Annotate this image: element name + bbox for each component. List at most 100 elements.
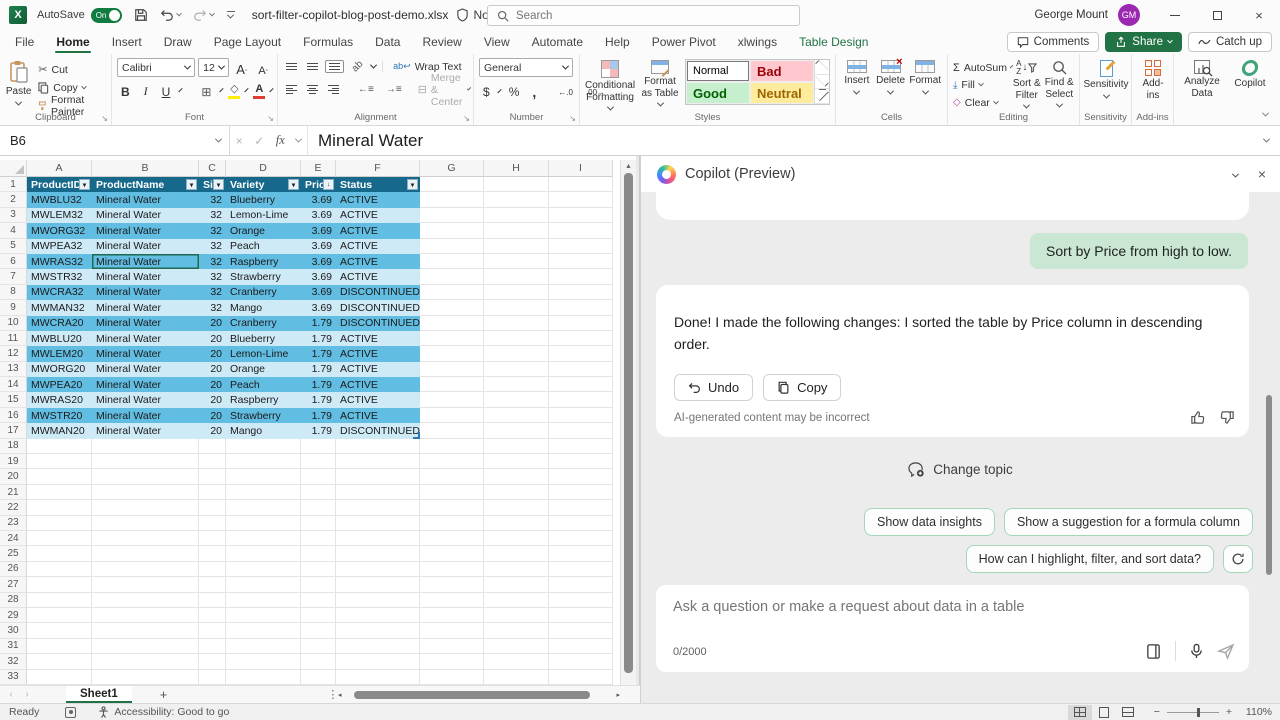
- table-cell[interactable]: 3.69: [301, 300, 336, 315]
- table-cell[interactable]: Lemon-Lime: [226, 208, 301, 223]
- fill-color-button[interactable]: ◇: [228, 84, 240, 99]
- table-cell[interactable]: Mineral Water: [92, 408, 199, 423]
- cell[interactable]: [27, 562, 92, 577]
- cell[interactable]: [484, 546, 549, 561]
- row-header-11[interactable]: 11: [0, 331, 27, 346]
- table-cell[interactable]: MWLEM32: [27, 208, 92, 223]
- cell[interactable]: [420, 639, 484, 654]
- table-cell[interactable]: Mineral Water: [92, 362, 199, 377]
- filter-button[interactable]: ▾: [186, 179, 197, 190]
- cell[interactable]: [549, 177, 613, 192]
- cell[interactable]: [420, 531, 484, 546]
- table-header-cell[interactable]: Status▾: [336, 177, 420, 192]
- table-cell[interactable]: Strawberry: [226, 408, 301, 423]
- cell[interactable]: [301, 608, 336, 623]
- tab-automate[interactable]: Automate: [521, 30, 594, 54]
- table-cell[interactable]: 3.69: [301, 208, 336, 223]
- cell[interactable]: [420, 562, 484, 577]
- cell[interactable]: [420, 439, 484, 454]
- cell[interactable]: [484, 392, 549, 407]
- tab-data[interactable]: Data: [364, 30, 411, 54]
- row-header-32[interactable]: 32: [0, 654, 27, 669]
- font-color-button[interactable]: A: [253, 84, 265, 99]
- table-cell[interactable]: Mineral Water: [92, 192, 199, 207]
- table-cell[interactable]: MWORG32: [27, 223, 92, 238]
- cell[interactable]: [420, 254, 484, 269]
- redo-button[interactable]: [193, 8, 214, 22]
- cell[interactable]: [549, 331, 613, 346]
- cell[interactable]: [226, 439, 301, 454]
- cell[interactable]: [549, 516, 613, 531]
- row-header-27[interactable]: 27: [0, 577, 27, 592]
- cell[interactable]: [484, 316, 549, 331]
- avatar[interactable]: GM: [1118, 4, 1140, 26]
- cell[interactable]: [336, 562, 420, 577]
- cell[interactable]: [549, 269, 613, 284]
- cell[interactable]: [549, 608, 613, 623]
- cell[interactable]: [226, 546, 301, 561]
- undo-response-button[interactable]: Undo: [674, 374, 753, 401]
- cell[interactable]: [199, 485, 226, 500]
- table-cell[interactable]: 1.79: [301, 408, 336, 423]
- cell[interactable]: [199, 546, 226, 561]
- table-cell[interactable]: 1.79: [301, 392, 336, 407]
- table-cell[interactable]: Mineral Water: [92, 300, 199, 315]
- cell[interactable]: [336, 485, 420, 500]
- cell[interactable]: [420, 654, 484, 669]
- table-cell[interactable]: 1.79: [301, 331, 336, 346]
- sort-filter-button[interactable]: AZ↓ Sort & Filter: [1012, 58, 1042, 111]
- cell[interactable]: [301, 469, 336, 484]
- table-cell[interactable]: Mineral Water: [92, 331, 199, 346]
- cell[interactable]: [420, 608, 484, 623]
- borders-button[interactable]: ⊞: [197, 85, 215, 99]
- font-dialog-launcher[interactable]: ↘: [267, 114, 274, 123]
- zoom-level[interactable]: 110%: [1238, 706, 1272, 718]
- cell[interactable]: [549, 469, 613, 484]
- cell[interactable]: [484, 608, 549, 623]
- table-cell[interactable]: Orange: [226, 223, 301, 238]
- page-layout-view-button[interactable]: [1092, 705, 1116, 720]
- table-cell[interactable]: ACTIVE: [336, 331, 420, 346]
- table-cell[interactable]: Blueberry: [226, 192, 301, 207]
- cell[interactable]: [27, 531, 92, 546]
- cell[interactable]: [301, 639, 336, 654]
- table-cell[interactable]: 32: [199, 269, 226, 284]
- cell[interactable]: [336, 670, 420, 685]
- table-cell[interactable]: Strawberry: [226, 269, 301, 284]
- cell[interactable]: [484, 439, 549, 454]
- comments-button[interactable]: Comments: [1007, 32, 1100, 52]
- cell[interactable]: [484, 300, 549, 315]
- gallery-more-button[interactable]: [815, 89, 829, 104]
- cell[interactable]: [27, 469, 92, 484]
- insert-function-button[interactable]: fx: [276, 133, 285, 148]
- thumbs-up-icon[interactable]: [1190, 410, 1205, 425]
- cell[interactable]: [420, 223, 484, 238]
- table-cell[interactable]: Cranberry: [226, 285, 301, 300]
- cell[interactable]: [336, 593, 420, 608]
- table-cell[interactable]: Mineral Water: [92, 223, 199, 238]
- delete-cells-button[interactable]: × Delete: [875, 58, 907, 111]
- minimize-button[interactable]: [1154, 0, 1196, 30]
- table-cell[interactable]: 20: [199, 316, 226, 331]
- cell[interactable]: [301, 546, 336, 561]
- table-cell[interactable]: ACTIVE: [336, 377, 420, 392]
- table-cell[interactable]: MWLEM20: [27, 346, 92, 361]
- cell-style-normal[interactable]: Normal: [686, 60, 750, 82]
- table-cell[interactable]: Mineral Water: [92, 254, 199, 269]
- cell[interactable]: [484, 408, 549, 423]
- column-header-H[interactable]: H: [484, 160, 549, 177]
- cell[interactable]: [336, 623, 420, 638]
- cell[interactable]: [199, 577, 226, 592]
- tab-page-layout[interactable]: Page Layout: [203, 30, 292, 54]
- cell[interactable]: [336, 439, 420, 454]
- select-all-corner[interactable]: [0, 160, 27, 177]
- cell[interactable]: [226, 531, 301, 546]
- zoom-out-button[interactable]: −: [1154, 706, 1160, 718]
- underline-button[interactable]: U: [158, 85, 175, 99]
- cell[interactable]: [27, 500, 92, 515]
- table-cell[interactable]: Mineral Water: [92, 346, 199, 361]
- clear-button[interactable]: ◇Clear: [953, 95, 1009, 111]
- cell[interactable]: [420, 239, 484, 254]
- cell[interactable]: [420, 670, 484, 685]
- cell[interactable]: [484, 593, 549, 608]
